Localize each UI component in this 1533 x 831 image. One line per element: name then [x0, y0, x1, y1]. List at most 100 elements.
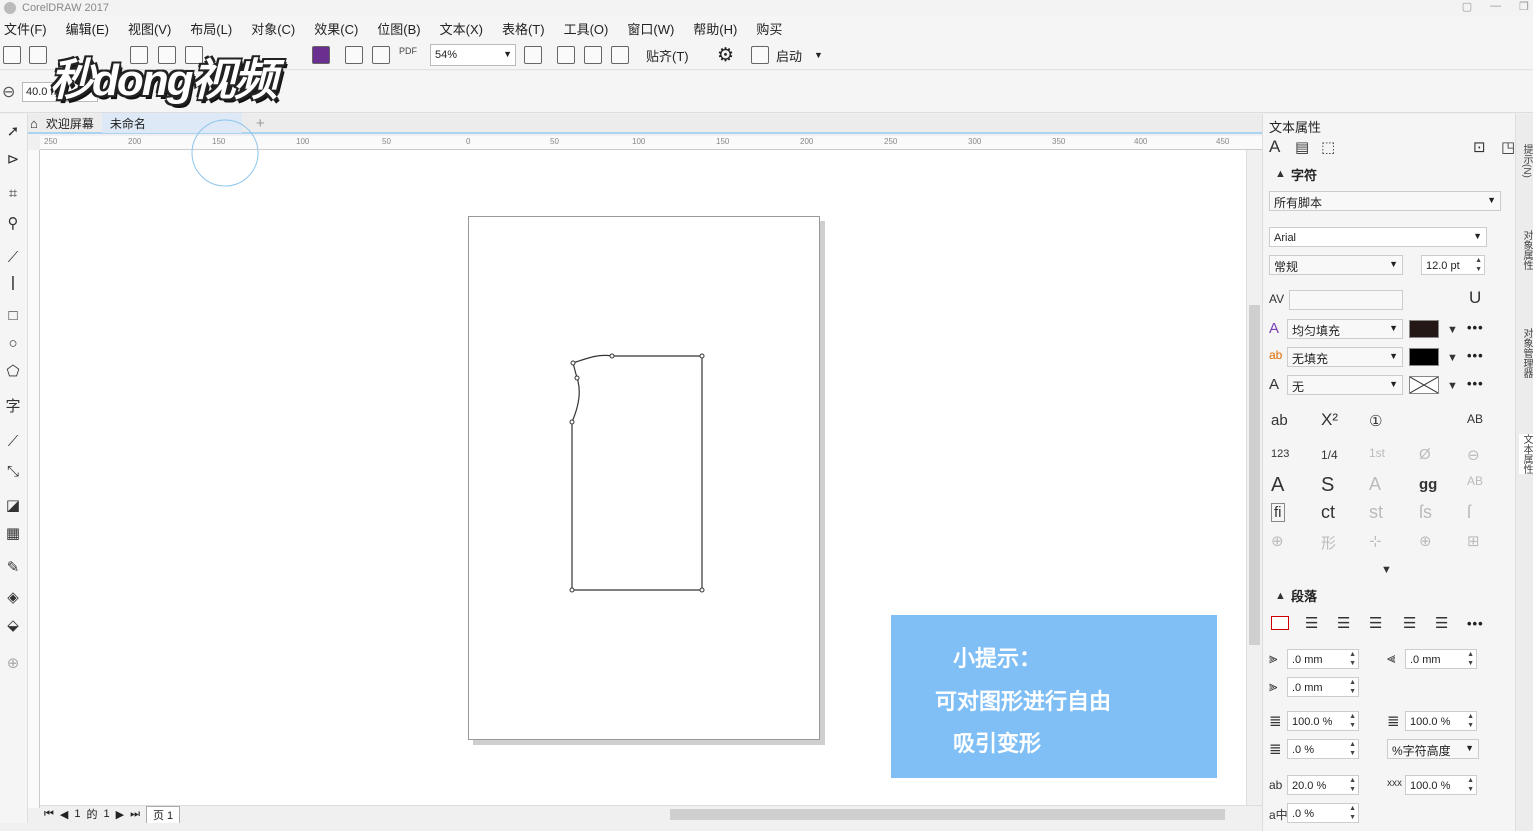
align-left-icon[interactable]: ☰: [1305, 614, 1318, 632]
contextual-alternates-icon[interactable]: A: [1369, 474, 1381, 495]
discretionary-ligature-icon[interactable]: ct: [1321, 502, 1335, 523]
fill-type-select[interactable]: 均匀填充 ▼: [1287, 319, 1403, 339]
shape-node[interactable]: [569, 587, 575, 593]
force-justify-icon[interactable]: ☰: [1435, 614, 1448, 632]
more-options-icon[interactable]: •••: [1467, 616, 1484, 631]
line-spacing-field[interactable]: 100.0 % ▲ ▼: [1287, 711, 1359, 731]
ornament-icon[interactable]: ſ: [1467, 502, 1471, 523]
shape-node[interactable]: [574, 375, 580, 381]
historical-ligature-icon[interactable]: st: [1369, 502, 1383, 523]
next-page-icon[interactable]: ▶: [116, 808, 124, 821]
spinner-icon[interactable]: ▲ ▼: [1467, 776, 1474, 794]
shape-node[interactable]: [699, 587, 705, 593]
stylistic-alternates-icon[interactable]: A: [1271, 474, 1284, 497]
shape-node[interactable]: [570, 360, 576, 366]
small-caps-icon[interactable]: ab: [1271, 412, 1288, 429]
shape-node[interactable]: [569, 419, 575, 425]
scrollbar-thumb[interactable]: [670, 809, 1225, 820]
space-before-field[interactable]: .0 % ▲ ▼: [1287, 739, 1359, 759]
side-tab-text-properties[interactable]: 文本属性: [1519, 434, 1533, 474]
vertical-alternates-icon[interactable]: ⊕: [1271, 532, 1284, 550]
script-select[interactable]: 所有脚本 ▼: [1269, 191, 1501, 211]
shape-nodes[interactable]: [569, 353, 705, 593]
background-fill-icon: ab: [1269, 348, 1283, 362]
ligature-gg-icon[interactable]: gg: [1419, 476, 1437, 493]
underline-icon[interactable]: U: [1469, 288, 1481, 308]
align-right-icon[interactable]: ☰: [1369, 614, 1382, 632]
collapse-arrow-icon[interactable]: ▲: [1275, 168, 1286, 180]
swash-icon[interactable]: S: [1321, 474, 1334, 497]
character-icon[interactable]: A: [1269, 137, 1280, 157]
spinner-icon[interactable]: ▲ ▼: [1467, 650, 1474, 668]
background-color-swatch[interactable]: [1409, 348, 1439, 366]
font-style-select[interactable]: 常规 ▼: [1269, 255, 1403, 275]
long-s-icon[interactable]: ſs: [1419, 502, 1432, 523]
strikethrough-icon[interactable]: ⊖: [1467, 446, 1480, 464]
word-spacing-field[interactable]: 100.0 % ▲ ▼: [1405, 775, 1477, 795]
previous-page-icon[interactable]: ◀: [60, 808, 68, 821]
shape-node[interactable]: [699, 353, 705, 359]
align-center-icon[interactable]: ☰: [1337, 614, 1350, 632]
numerals-icon[interactable]: 123: [1271, 448, 1289, 460]
import-settings-icon[interactable]: ⊡: [1473, 138, 1486, 156]
vertical-scrollbar[interactable]: [1246, 150, 1262, 805]
side-tab-hints[interactable]: 提示(N): [1519, 144, 1533, 178]
fractions-icon[interactable]: 1/4: [1321, 448, 1338, 462]
language-spacing-field[interactable]: .0 % ▲ ▼: [1287, 803, 1359, 823]
more-options-icon[interactable]: •••: [1467, 320, 1484, 335]
no-align-icon[interactable]: [1271, 616, 1289, 630]
frame-icon[interactable]: ⬚: [1321, 138, 1335, 156]
background-fill-select[interactable]: 无填充 ▼: [1287, 347, 1403, 367]
font-size-field[interactable]: 12.0 pt ▲ ▼: [1421, 255, 1485, 275]
left-indent-field[interactable]: .0 mm ▲ ▼: [1287, 649, 1359, 669]
side-tab-object-properties[interactable]: 对象属性: [1519, 230, 1533, 270]
first-page-icon[interactable]: ⏮: [44, 808, 54, 821]
docker-options-icon[interactable]: ◳: [1501, 138, 1515, 156]
spinner-icon[interactable]: ▲ ▼: [1467, 712, 1474, 730]
expand-more-icon[interactable]: ▼: [1381, 564, 1392, 576]
scrollbar-thumb[interactable]: [1249, 305, 1260, 645]
last-page-icon[interactable]: ⏭: [130, 808, 140, 821]
paragraph-spacing-field[interactable]: 100.0 % ▲ ▼: [1405, 711, 1477, 731]
chevron-down-icon[interactable]: ▼: [1447, 380, 1458, 392]
shape-node[interactable]: [609, 353, 615, 359]
horizontal-scrollbar[interactable]: [40, 805, 1262, 823]
slashed-zero-icon[interactable]: Ø: [1419, 446, 1431, 463]
more-options-icon[interactable]: •••: [1467, 376, 1484, 391]
paragraph-icon[interactable]: ▤: [1295, 138, 1309, 156]
spinner-icon[interactable]: ▲ ▼: [1349, 776, 1356, 794]
page-tab[interactable]: 页 1: [146, 805, 181, 823]
outline-width-select[interactable]: 无 ▼: [1287, 375, 1403, 395]
spinner-icon[interactable]: ▲ ▼: [1475, 256, 1482, 274]
vertical-kana-icon[interactable]: ⊹: [1369, 532, 1382, 550]
chevron-down-icon[interactable]: ▼: [1447, 324, 1458, 336]
chevron-down-icon[interactable]: ▼: [1447, 352, 1458, 364]
circled-number-icon[interactable]: ①: [1369, 412, 1382, 430]
ligature-fi-icon[interactable]: fi: [1271, 503, 1285, 522]
kerning-field[interactable]: [1289, 290, 1403, 310]
spinner-icon[interactable]: ▲ ▼: [1349, 712, 1356, 730]
spinner-icon[interactable]: ▲ ▼: [1349, 650, 1356, 668]
form-icon[interactable]: 形: [1321, 532, 1336, 553]
spacing-unit-select[interactable]: %字符高度 ▼: [1387, 739, 1479, 759]
spinner-icon[interactable]: ▲ ▼: [1349, 678, 1356, 696]
traditional-forms-icon[interactable]: ⊞: [1467, 532, 1480, 550]
edited-rectangle-shape[interactable]: [571, 354, 703, 591]
side-tab-object-manager[interactable]: 对象管理器: [1519, 328, 1533, 378]
font-family-select[interactable]: Arial ▼: [1269, 227, 1487, 247]
more-options-icon[interactable]: •••: [1467, 348, 1484, 363]
all-caps-icon[interactable]: AB: [1467, 412, 1483, 426]
superscript-icon[interactable]: X²: [1321, 410, 1338, 430]
first-line-indent-field[interactable]: .0 mm ▲ ▼: [1287, 677, 1359, 697]
ruby-icon[interactable]: ⊕: [1419, 532, 1432, 550]
character-spacing-field[interactable]: 20.0 % ▲ ▼: [1287, 775, 1359, 795]
spinner-icon[interactable]: ▲ ▼: [1349, 740, 1356, 758]
titling-icon[interactable]: AB: [1467, 474, 1483, 488]
ordinals-icon[interactable]: 1st: [1369, 446, 1385, 460]
justify-icon[interactable]: ☰: [1403, 614, 1416, 632]
outline-color-swatch[interactable]: [1409, 376, 1439, 394]
collapse-arrow-icon[interactable]: ▲: [1275, 590, 1286, 602]
right-indent-field[interactable]: .0 mm ▲ ▼: [1405, 649, 1477, 669]
fill-color-swatch[interactable]: [1409, 320, 1439, 338]
spinner-icon[interactable]: ▲ ▼: [1349, 804, 1356, 822]
